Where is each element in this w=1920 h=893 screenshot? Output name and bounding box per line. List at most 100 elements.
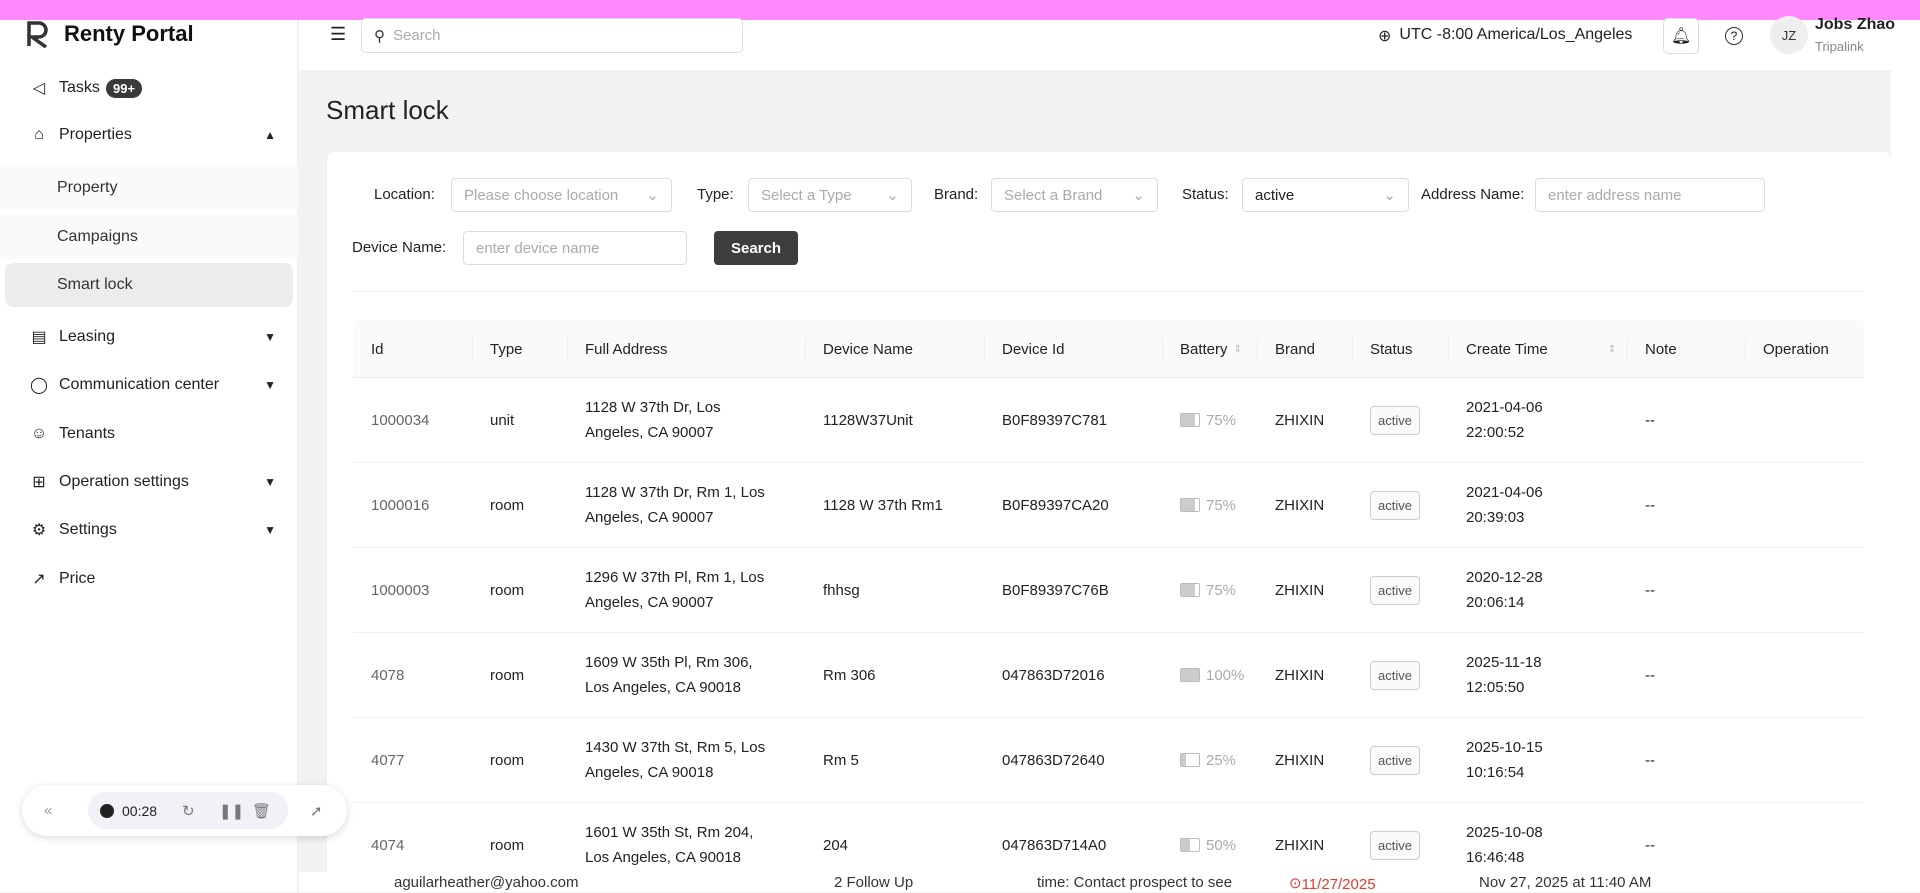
table-row: 4078 room 1609 W 35th Pl, Rm 306, Los Ang… — [353, 633, 1864, 718]
status-select[interactable]: active ⌄ — [1242, 178, 1409, 212]
address-name-input[interactable]: enter address name — [1535, 178, 1765, 212]
bell-icon: 🔔︎ — [1670, 28, 1692, 45]
scrollbar[interactable] — [1891, 70, 1920, 892]
cell-id: 1000003 — [371, 581, 430, 599]
sidebar-item-label: Tasks — [59, 79, 100, 96]
column-separator — [1448, 338, 1449, 360]
cell-create-time: 2020-12-28 20:06:14 — [1466, 569, 1543, 611]
sort-icon[interactable]: ⇕ — [1234, 344, 1242, 355]
cell-device-name: 1128W37Unit — [823, 411, 913, 429]
avatar[interactable]: JZ — [1770, 16, 1808, 54]
sidebar-item-label: Properties — [59, 126, 132, 143]
sidebar-item-leasing[interactable]: ▤ Leasing ▼ — [0, 315, 298, 359]
status-badge: active — [1370, 745, 1420, 775]
cell-id: 1000016 — [371, 496, 430, 514]
sidebar-item-label: Price — [59, 570, 96, 587]
cell-device-id: 047863D72016 — [1002, 666, 1105, 684]
sidebar-item-campaigns[interactable]: Campaigns — [0, 215, 298, 259]
column-separator — [1745, 338, 1746, 360]
search-button[interactable]: Search — [714, 231, 798, 265]
recorder-widget: « 00:28 ↻ ❚❚ 🗑︎ ➚ — [22, 785, 347, 836]
cell-brand: ZHIXIN — [1275, 666, 1325, 684]
column-separator — [1162, 338, 1163, 360]
type-select[interactable]: Select a Type ⌄ — [748, 178, 912, 212]
help-icon: ? — [1725, 27, 1743, 45]
cell-type: room — [490, 751, 525, 769]
brand-label: Brand: — [934, 186, 979, 203]
sidebar-item-settings[interactable]: ⚙ Settings ▼ — [0, 508, 298, 552]
help-button[interactable]: ? — [1716, 18, 1752, 54]
search-input[interactable]: ⚲ Search — [361, 18, 743, 53]
cell-type: room — [490, 666, 525, 684]
sidebar-item-communication-center[interactable]: ◯ Communication center ▼ — [0, 363, 298, 407]
cell-note: -- — [1645, 411, 1655, 429]
cell-note: -- — [1645, 581, 1655, 599]
table-row: 1000016 room 1128 W 37th Dr, Rm 1, Los An… — [353, 463, 1864, 548]
cell-brand: ZHIXIN — [1275, 411, 1325, 429]
recorder-time: 00:28 — [122, 802, 158, 819]
battery-icon — [1180, 668, 1200, 682]
cell-type: unit — [490, 411, 515, 429]
cell-note: -- — [1645, 666, 1655, 684]
divider — [353, 291, 1864, 292]
cell-device-id: B0F89397C76B — [1002, 581, 1109, 599]
sidebar-item-operation-settings[interactable]: ⊞ Operation settings ▼ — [0, 460, 298, 504]
sidebar-item-label: Settings — [59, 521, 117, 538]
brand-select[interactable]: Select a Brand ⌄ — [991, 178, 1158, 212]
sidebar-item-tenants[interactable]: ☺ Tenants — [0, 412, 298, 456]
device-name-input[interactable]: enter device name — [463, 231, 687, 265]
cell-battery: 100% — [1180, 633, 1244, 717]
sort-icon[interactable]: ⇕ — [1608, 344, 1616, 355]
notifications-button[interactable]: 🔔︎ — [1663, 18, 1699, 54]
address-name-label: Address Name: — [1421, 186, 1525, 203]
collapse-menu-icon[interactable]: ☰ — [330, 24, 346, 45]
trash-icon[interactable]: 🗑︎ — [252, 802, 271, 820]
column-header: Full Address — [585, 340, 668, 358]
table-row: 1000003 room 1296 W 37th Pl, Rm 1, Los An… — [353, 548, 1864, 633]
cell-device-id: B0F89397CA20 — [1002, 496, 1109, 514]
column-header: Brand — [1275, 340, 1316, 358]
sidebar: Renty Portal ◁ Tasks 99+ ⌂ Properties ▲ Pro… — [0, 0, 298, 892]
column-header: Type — [490, 340, 523, 358]
sidebar-item-price[interactable]: ↗ Price — [0, 557, 298, 601]
cell-create-time: 2025-11-18 12:05:50 — [1466, 654, 1542, 696]
chevron-down-icon: ⌄ — [886, 187, 899, 204]
pause-icon[interactable]: ❚❚ — [219, 802, 244, 820]
background-row: aguilarheather@yahoo.com 2 Follow Up tim… — [299, 872, 1891, 893]
status-badge: active — [1370, 490, 1420, 520]
column-separator — [805, 338, 806, 360]
battery-icon — [1180, 583, 1200, 597]
cell-address: 1609 W 35th Pl, Rm 306, Los Angeles, CA 9… — [585, 654, 753, 696]
chat-icon: ◯ — [30, 377, 48, 394]
tasks-badge: 99+ — [106, 79, 143, 98]
page-title: Smart lock — [326, 95, 449, 125]
table-row: 4077 room 1430 W 37th St, Rm 5, Los Angel… — [353, 718, 1864, 803]
location-select[interactable]: Please choose location ⌄ — [451, 178, 672, 212]
sidebar-item-property[interactable]: Property — [0, 166, 298, 210]
cell-brand: ZHIXIN — [1275, 581, 1325, 599]
column-separator — [1257, 338, 1258, 360]
search-placeholder: Search — [393, 27, 441, 44]
table-header: Id Type Full Address Device Name Device Id Ba… — [353, 320, 1864, 378]
sidebar-item-smart-lock[interactable]: Smart lock — [5, 263, 293, 307]
chevron-down-icon: ▼ — [264, 523, 276, 537]
cell-status: active — [1370, 633, 1420, 717]
restart-icon[interactable]: ↻ — [182, 802, 195, 820]
status-label: Status: — [1182, 186, 1229, 203]
pointer-icon[interactable]: ➚ — [310, 802, 323, 820]
sidebar-item-properties[interactable]: ⌂ Properties ▲ — [0, 113, 298, 157]
column-separator — [984, 338, 985, 360]
column-header[interactable]: Battery ⇕ — [1180, 320, 1242, 378]
cell-device-name: Rm 306 — [823, 666, 876, 684]
column-header[interactable]: Create Time ⇕ — [1466, 320, 1616, 378]
collapse-icon[interactable]: « — [44, 802, 52, 819]
cell-id: 1000034 — [371, 411, 430, 429]
sidebar-item-tasks[interactable]: ◁ Tasks — [0, 66, 298, 110]
column-separator — [567, 338, 568, 360]
stop-icon[interactable] — [100, 803, 114, 818]
battery-icon — [1180, 498, 1200, 512]
user-org: Tripalink — [1815, 39, 1864, 54]
cell-device-id: 047863D72640 — [1002, 751, 1105, 769]
cell-status: active — [1370, 378, 1420, 462]
timezone-selector[interactable]: ⊕ UTC -8:00 America/Los_Angeles — [1378, 26, 1632, 46]
